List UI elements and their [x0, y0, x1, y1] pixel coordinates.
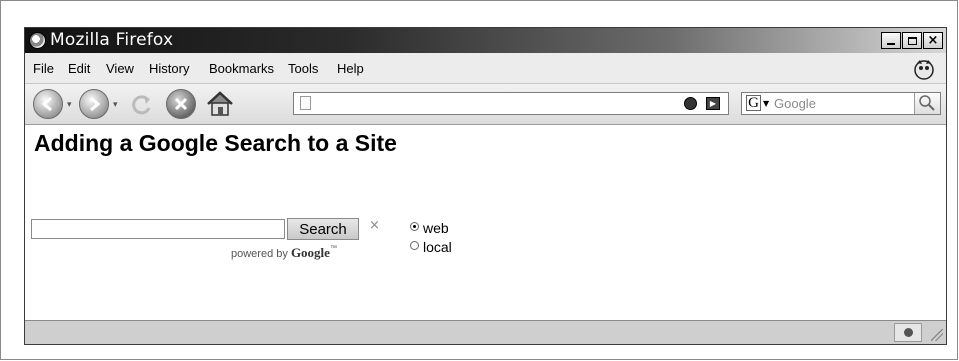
menu-history[interactable]: History [149, 61, 189, 76]
title-bar[interactable]: Mozilla Firefox × [25, 28, 946, 53]
menu-view[interactable]: View [106, 61, 134, 76]
browser-window: Mozilla Firefox × File Edit View History… [24, 27, 947, 345]
screenshot-frame: Mozilla Firefox × File Edit View History… [0, 0, 958, 360]
engine-dropdown-icon[interactable]: ▼ [763, 99, 769, 108]
home-icon[interactable] [204, 88, 236, 120]
firefox-logo-icon [29, 32, 46, 49]
powered-by-google: powered by Google™ [231, 245, 337, 261]
stop-icon [174, 97, 188, 111]
menu-bookmarks[interactable]: Bookmarks [209, 61, 274, 76]
status-security-icon[interactable] [894, 323, 922, 342]
menu-bar: File Edit View History Bookmarks Tools H… [25, 53, 946, 84]
maximize-icon [907, 36, 917, 45]
window-title: Mozilla Firefox [50, 30, 174, 50]
resize-grip-icon[interactable] [931, 329, 943, 341]
search-placeholder: Google [774, 96, 816, 111]
search-engine-icon[interactable]: G [746, 95, 761, 111]
forward-arrow-icon [90, 96, 101, 112]
menu-tools[interactable]: Tools [288, 61, 318, 76]
radio-option-local[interactable]: local [410, 239, 452, 255]
back-button[interactable] [33, 89, 63, 119]
search-bar[interactable]: G ▼ Google [741, 92, 941, 115]
google-search-button[interactable]: Search [287, 218, 359, 240]
radio-option-web[interactable]: web [410, 220, 449, 236]
page-icon [300, 96, 311, 110]
minimize-button[interactable] [881, 32, 901, 49]
back-arrow-icon [41, 96, 52, 112]
firefox-throbber-icon [914, 60, 934, 80]
stop-button[interactable] [166, 89, 196, 119]
radio-web[interactable] [410, 221, 419, 231]
google-logo: Google [290, 245, 330, 260]
powered-by-label: powered by [231, 248, 288, 260]
radio-local[interactable] [410, 240, 419, 250]
window-controls: × [881, 32, 943, 49]
page-heading: Adding a Google Search to a Site [34, 130, 397, 156]
bookmark-star-icon[interactable] [684, 97, 697, 110]
maximize-button[interactable] [902, 32, 922, 49]
address-bar[interactable]: ▶ [293, 92, 729, 115]
search-go-button[interactable] [914, 93, 940, 114]
status-bar [25, 320, 946, 344]
trademark-mark: ™ [329, 245, 337, 252]
forward-button[interactable] [79, 89, 109, 119]
forward-history-dropdown[interactable]: ▾ [113, 100, 118, 110]
google-search-input[interactable] [31, 219, 285, 239]
minimize-icon [887, 43, 895, 45]
close-button[interactable]: × [923, 32, 943, 49]
radio-local-label: local [423, 239, 452, 255]
back-history-dropdown[interactable]: ▾ [67, 100, 72, 110]
radio-web-label: web [423, 220, 449, 236]
go-arrow-icon[interactable]: ▶ [706, 97, 720, 110]
magnifier-icon [919, 95, 935, 111]
clear-results-button[interactable]: × [369, 218, 380, 233]
menu-file[interactable]: File [33, 61, 54, 76]
menu-edit[interactable]: Edit [68, 61, 90, 76]
reload-icon[interactable] [128, 91, 156, 119]
menu-help[interactable]: Help [337, 61, 364, 76]
page-content: Adding a Google Search to a Site Search … [25, 125, 946, 321]
navigation-toolbar: ▾ ▾ ▶ G ▼ Google [25, 84, 946, 125]
